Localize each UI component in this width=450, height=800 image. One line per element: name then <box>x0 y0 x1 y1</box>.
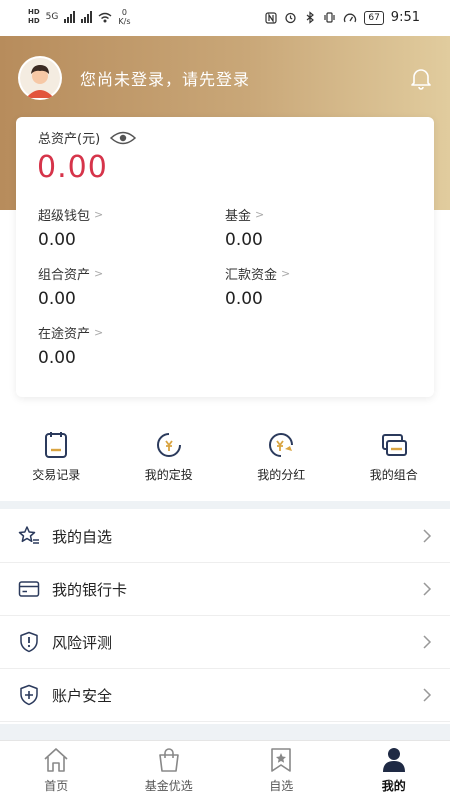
chevron-right-icon: > <box>94 267 104 280</box>
menu-item-label: 风险评测 <box>52 633 113 652</box>
speed-meter-icon <box>344 13 357 22</box>
nav-label: 自选 <box>269 779 294 793</box>
nav-label: 首页 <box>44 779 69 793</box>
asset-label: 汇款资金 <box>225 268 278 283</box>
bank-card-icon <box>18 581 40 597</box>
star-list-icon <box>18 526 39 544</box>
asset-value: 0.00 <box>225 289 263 309</box>
signal-bars-2-icon <box>81 11 93 23</box>
eye-icon[interactable] <box>110 130 137 146</box>
asset-label: 在途资产 <box>38 327 91 342</box>
shopping-bag-icon <box>158 748 179 772</box>
hd-indicator: HD HD <box>28 8 40 26</box>
portfolio-icon <box>381 434 407 456</box>
signal-bars-icon <box>64 11 76 23</box>
nav-home[interactable]: 首页 <box>0 741 113 800</box>
alarm-icon <box>285 12 296 24</box>
bottom-divider <box>0 724 450 740</box>
asset-super-wallet[interactable]: 超级钱包 > 0.00 <box>38 205 103 250</box>
nav-mine[interactable]: 我的 <box>338 741 450 800</box>
menu-item-account-security[interactable]: 账户安全 <box>0 669 450 722</box>
asset-label: 基金 <box>225 209 252 224</box>
asset-value: 0.00 <box>38 230 76 250</box>
hd-bottom: HD <box>28 17 40 25</box>
nav-label: 我的 <box>381 779 406 793</box>
battery-level: 67 <box>364 10 384 25</box>
quick-action-portfolio[interactable]: 我的组合 <box>338 430 450 490</box>
vibrate-icon <box>324 12 335 23</box>
chevron-right-icon <box>423 688 432 702</box>
total-assets-label-row: 总资产(元) <box>38 128 137 147</box>
my-page: HD HD 5G 0 K/s 67 9:51 您尚未登录，请先登录 总资产(元)… <box>0 0 450 800</box>
avatar-icon <box>20 58 60 98</box>
asset-label: 组合资产 <box>38 268 91 283</box>
fixed-investment-icon <box>156 433 181 457</box>
bookmark-star-icon <box>271 748 292 772</box>
quick-action-transactions[interactable]: 交易记录 <box>0 430 113 490</box>
shield-alert-icon <box>20 631 38 653</box>
notification-bell-icon[interactable] <box>410 66 432 90</box>
person-icon <box>382 748 405 772</box>
asset-value: 0.00 <box>38 348 76 368</box>
clock-time: 9:51 <box>390 10 420 25</box>
menu-item-label: 我的自选 <box>52 527 113 546</box>
menu-item-label: 我的银行卡 <box>52 580 128 599</box>
asset-value: 0.00 <box>225 230 263 250</box>
menu-item-label: 账户安全 <box>52 686 113 705</box>
quick-action-label: 我的组合 <box>369 468 418 482</box>
menu-list: 我的自选 我的银行卡 风险评测 账户安全 <box>0 510 450 722</box>
login-prompt[interactable]: 您尚未登录，请先登录 <box>80 66 250 90</box>
quick-actions: 交易记录 我的定投 我的分红 我的组合 <box>0 430 450 490</box>
asset-in-transit[interactable]: 在途资产 > 0.00 <box>38 323 103 368</box>
net-speed: 0 K/s <box>118 8 130 26</box>
home-icon <box>44 748 68 772</box>
chevron-right-icon: > <box>94 208 104 221</box>
asset-value: 0.00 <box>38 289 76 309</box>
bottom-nav: 首页 基金优选 自选 我的 <box>0 740 450 800</box>
status-bar: HD HD 5G 0 K/s 67 9:51 <box>0 0 450 36</box>
status-right: 67 9:51 <box>265 10 420 25</box>
hd-top: HD <box>28 8 40 16</box>
net-speed-value: 0 <box>121 8 127 17</box>
quick-action-label: 我的分红 <box>257 468 306 482</box>
quick-action-label: 交易记录 <box>32 468 81 482</box>
nav-watchlist[interactable]: 自选 <box>225 741 338 800</box>
chevron-right-icon <box>423 529 432 543</box>
asset-portfolio[interactable]: 组合资产 > 0.00 <box>38 264 103 309</box>
asset-card: 总资产(元) 0.00 超级钱包 > 0.00 基金 > 0.00 组合资产 > 0.… <box>16 117 434 397</box>
quick-action-label: 我的定投 <box>144 468 193 482</box>
asset-label: 超级钱包 <box>38 209 91 224</box>
menu-item-risk-assessment[interactable]: 风险评测 <box>0 616 450 669</box>
dividend-icon <box>269 433 294 457</box>
bluetooth-icon <box>306 11 315 24</box>
menu-item-my-watchlist[interactable]: 我的自选 <box>0 510 450 563</box>
shield-plus-icon <box>20 684 38 706</box>
asset-remittance[interactable]: 汇款资金 > 0.00 <box>225 264 290 309</box>
menu-item-bank-cards[interactable]: 我的银行卡 <box>0 563 450 616</box>
login-row[interactable]: 您尚未登录，请先登录 <box>18 56 434 100</box>
chevron-right-icon: > <box>94 326 104 339</box>
quick-action-dividend[interactable]: 我的分红 <box>225 430 338 490</box>
nav-fund-selection[interactable]: 基金优选 <box>113 741 226 800</box>
quick-action-fixed-investment[interactable]: 我的定投 <box>113 430 226 490</box>
nav-label: 基金优选 <box>144 779 193 793</box>
total-assets-label: 总资产(元) <box>38 132 101 147</box>
wifi-icon <box>98 12 112 22</box>
network-type: 5G <box>45 12 59 22</box>
total-assets-value: 0.00 <box>37 150 108 185</box>
avatar[interactable] <box>18 56 62 100</box>
transaction-record-icon <box>45 432 68 458</box>
chevron-right-icon <box>423 582 432 596</box>
chevron-right-icon: > <box>281 267 291 280</box>
net-speed-unit: K/s <box>118 17 131 26</box>
nfc-icon <box>265 11 277 24</box>
status-left: HD HD 5G 0 K/s <box>28 8 130 26</box>
chevron-right-icon: > <box>255 208 265 221</box>
chevron-right-icon <box>423 635 432 649</box>
section-divider <box>0 501 450 509</box>
asset-fund[interactable]: 基金 > 0.00 <box>225 205 264 250</box>
